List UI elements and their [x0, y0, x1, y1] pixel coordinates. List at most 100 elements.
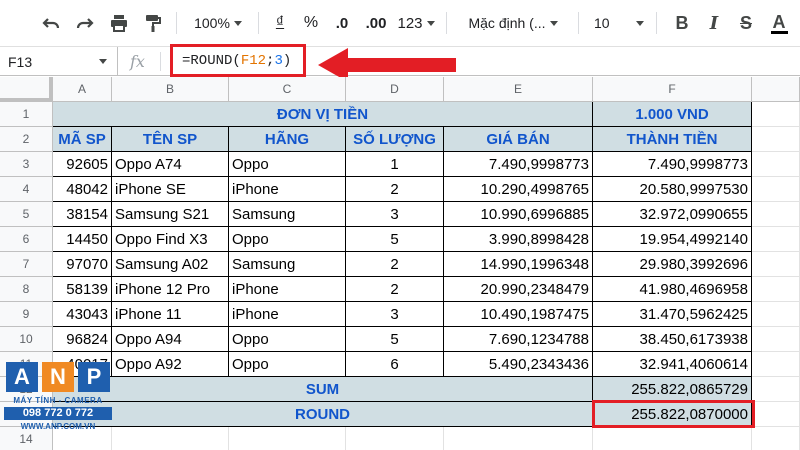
cell[interactable]: [752, 277, 800, 302]
name-box[interactable]: F13: [0, 47, 118, 76]
row-header-1[interactable]: 1: [0, 102, 53, 127]
cell[interactable]: [112, 427, 229, 450]
table-cell[interactable]: 43043: [53, 302, 112, 327]
header-cell[interactable]: SỐ LƯỢNG: [346, 127, 444, 152]
table-cell[interactable]: 10.990,6996885: [444, 202, 593, 227]
table-cell[interactable]: 2: [346, 177, 444, 202]
italic-button[interactable]: I: [700, 0, 728, 46]
header-cell[interactable]: HÃNG: [229, 127, 346, 152]
table-cell[interactable]: 19.954,4992140: [593, 227, 752, 252]
text-color-button[interactable]: A: [764, 0, 794, 46]
table-cell[interactable]: Samsung: [229, 202, 346, 227]
redo-icon[interactable]: [70, 0, 100, 46]
unit-label-cell[interactable]: ĐƠN VỊ TIỀN: [53, 102, 593, 127]
table-cell[interactable]: Oppo A94: [112, 327, 229, 352]
table-cell[interactable]: 5: [346, 327, 444, 352]
table-cell[interactable]: 1: [346, 152, 444, 177]
row-header-3[interactable]: 3: [0, 152, 53, 177]
cell[interactable]: [346, 427, 444, 450]
cell[interactable]: [752, 377, 800, 402]
column-header-g[interactable]: [752, 77, 800, 102]
table-cell[interactable]: Oppo A74: [112, 152, 229, 177]
table-cell[interactable]: Oppo: [229, 352, 346, 377]
table-cell[interactable]: Oppo: [229, 327, 346, 352]
table-cell[interactable]: 29.980,3992696: [593, 252, 752, 277]
undo-icon[interactable]: [36, 0, 66, 46]
table-cell[interactable]: 97070: [53, 252, 112, 277]
column-header-e[interactable]: E: [444, 77, 593, 102]
table-cell[interactable]: 10.490,1987475: [444, 302, 593, 327]
table-cell[interactable]: 14.990,1996348: [444, 252, 593, 277]
cell[interactable]: [752, 402, 800, 427]
table-cell[interactable]: 58139: [53, 277, 112, 302]
table-cell[interactable]: 7.490,9998773: [444, 152, 593, 177]
table-cell[interactable]: 3: [346, 302, 444, 327]
cell[interactable]: [752, 327, 800, 352]
table-cell[interactable]: 2: [346, 252, 444, 277]
round-value-cell[interactable]: 255.822,0870000: [593, 402, 752, 427]
table-cell[interactable]: 14450: [53, 227, 112, 252]
row-header-8[interactable]: 8: [0, 277, 53, 302]
header-cell[interactable]: TÊN SP: [112, 127, 229, 152]
table-cell[interactable]: Samsung S21: [112, 202, 229, 227]
cell[interactable]: [752, 302, 800, 327]
cell[interactable]: [752, 202, 800, 227]
table-cell[interactable]: 3.990,8998428: [444, 227, 593, 252]
table-cell[interactable]: 5.490,2343436: [444, 352, 593, 377]
table-cell[interactable]: Oppo Find X3: [112, 227, 229, 252]
cell[interactable]: [752, 352, 800, 377]
cell[interactable]: [752, 177, 800, 202]
paint-format-icon[interactable]: [138, 0, 168, 46]
cell[interactable]: [752, 152, 800, 177]
table-cell[interactable]: Oppo: [229, 227, 346, 252]
table-cell[interactable]: iPhone: [229, 277, 346, 302]
row-header-5[interactable]: 5: [0, 202, 53, 227]
table-cell[interactable]: 20.990,2348479: [444, 277, 593, 302]
increase-decimal-button[interactable]: .00: [360, 0, 392, 46]
column-header-f[interactable]: F: [593, 77, 752, 102]
table-cell[interactable]: Oppo A92: [112, 352, 229, 377]
table-cell[interactable]: Oppo: [229, 152, 346, 177]
select-all-corner[interactable]: [0, 77, 53, 102]
bold-button[interactable]: B: [668, 0, 696, 46]
sum-value-cell[interactable]: 255.822,0865729: [593, 377, 752, 402]
strikethrough-button[interactable]: S: [732, 0, 760, 46]
table-cell[interactable]: 38.450,6173938: [593, 327, 752, 352]
row-header-2[interactable]: 2: [0, 127, 53, 152]
table-cell[interactable]: 41.980,4696958: [593, 277, 752, 302]
round-label-cell[interactable]: ROUND: [53, 402, 593, 427]
cell[interactable]: [752, 227, 800, 252]
font-family-select[interactable]: Mặc định (...: [454, 0, 572, 46]
table-cell[interactable]: iPhone: [229, 302, 346, 327]
column-header-b[interactable]: B: [112, 77, 229, 102]
table-cell[interactable]: 7.490,9998773: [593, 152, 752, 177]
row-header-9[interactable]: 9: [0, 302, 53, 327]
table-cell[interactable]: Samsung: [229, 252, 346, 277]
table-cell[interactable]: 48042: [53, 177, 112, 202]
row-header-7[interactable]: 7: [0, 252, 53, 277]
table-cell[interactable]: iPhone: [229, 177, 346, 202]
table-cell[interactable]: 38154: [53, 202, 112, 227]
table-cell[interactable]: 32.941,4060614: [593, 352, 752, 377]
table-cell[interactable]: iPhone SE: [112, 177, 229, 202]
header-cell[interactable]: THÀNH TIỀN: [593, 127, 752, 152]
table-cell[interactable]: 96824: [53, 327, 112, 352]
cell[interactable]: [752, 427, 800, 450]
cell[interactable]: [229, 427, 346, 450]
row-header-10[interactable]: 10: [0, 327, 53, 352]
table-cell[interactable]: 6: [346, 352, 444, 377]
cell[interactable]: [752, 127, 800, 152]
table-cell[interactable]: 5: [346, 227, 444, 252]
more-formats-select[interactable]: 123: [394, 0, 438, 46]
header-cell[interactable]: GIÁ BÁN: [444, 127, 593, 152]
table-cell[interactable]: 32.972,0990655: [593, 202, 752, 227]
table-cell[interactable]: 2: [346, 277, 444, 302]
column-header-a[interactable]: A: [53, 77, 112, 102]
font-size-select[interactable]: 10: [586, 0, 646, 46]
table-cell[interactable]: 20.580,9997530: [593, 177, 752, 202]
formula-input[interactable]: =ROUND(F12; 3): [170, 44, 306, 77]
table-cell[interactable]: 7.690,1234788: [444, 327, 593, 352]
currency-format-button[interactable]: ₫: [266, 0, 294, 46]
cell[interactable]: [752, 252, 800, 277]
column-header-c[interactable]: C: [229, 77, 346, 102]
